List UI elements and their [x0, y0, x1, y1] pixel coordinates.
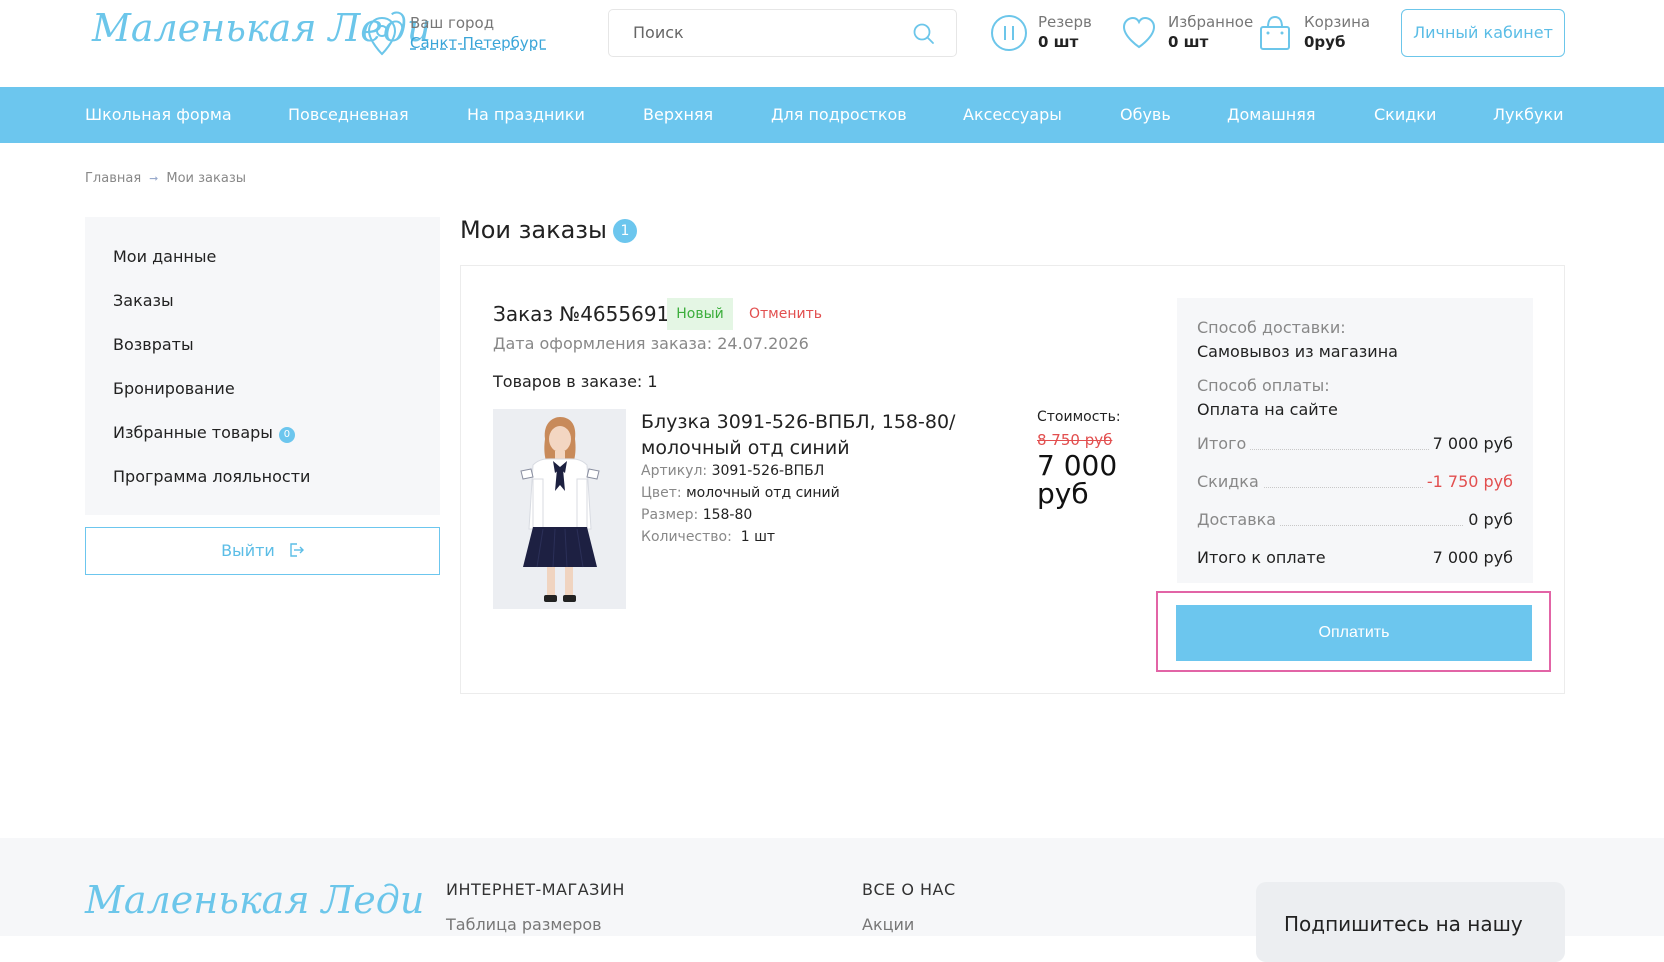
to-pay-label: Итого к оплате	[1197, 548, 1330, 567]
nav-item-home[interactable]: Домашняя	[1227, 105, 1316, 124]
delivery-method-label: Способ доставки:	[1197, 318, 1346, 337]
subscribe-title: Подпишитесь на нашу	[1284, 912, 1523, 936]
sidebar-item-booking[interactable]: Бронирование	[113, 379, 235, 398]
city-link[interactable]: Санкт-Петербург	[410, 34, 546, 52]
discount-label: Скидка	[1197, 472, 1263, 491]
footer-col-shop-title: ИНТЕРНЕТ-МАГАЗИН	[446, 880, 625, 899]
search-input[interactable]	[633, 23, 893, 42]
delivery-method-value: Самовывоз из магазина	[1197, 342, 1398, 361]
shopping-bag-icon	[1260, 15, 1290, 50]
logout-button[interactable]: Выйти	[85, 527, 440, 575]
payment-method-value: Оплата на сайте	[1197, 400, 1338, 419]
footer-link-promotions[interactable]: Акции	[862, 915, 914, 934]
product-color-value: молочный отд синий	[686, 485, 840, 501]
account-button[interactable]: Личный кабинет	[1401, 9, 1565, 57]
breadcrumb-home[interactable]: Главная	[85, 171, 141, 186]
delivery-value: 0 руб	[1464, 510, 1513, 529]
order-number: Заказ №4655691	[493, 302, 670, 326]
price-old: 8 750 руб	[1037, 431, 1113, 449]
nav-item-holidays[interactable]: На праздники	[467, 105, 585, 124]
product-article: Артикул: 3091-526-ВПБЛ	[641, 463, 824, 479]
reserve-count: 0 шт	[1038, 33, 1079, 51]
page-title: Мои заказы 1	[460, 216, 637, 244]
sidebar-item-orders[interactable]: Заказы	[113, 291, 174, 310]
logout-icon	[290, 543, 304, 557]
product-quantity-value: 1 шт	[740, 529, 776, 545]
order-summary: Способ доставки: Самовывоз из магазина С…	[1177, 298, 1533, 583]
page-title-text: Мои заказы	[460, 216, 607, 244]
arrow-right-icon: ➞	[149, 172, 159, 185]
search-icon[interactable]	[912, 22, 936, 46]
nav-item-casual[interactable]: Повседневная	[288, 105, 409, 124]
sidebar-item-my-data[interactable]: Мои данные	[113, 247, 216, 266]
nav-item-lookbooks[interactable]: Лукбуки	[1493, 105, 1564, 124]
product-quantity: Количество: 1 шт	[641, 529, 775, 545]
nav-item-outerwear[interactable]: Верхняя	[643, 105, 713, 124]
summary-row-to-pay: Итого к оплате 7 000 руб	[1197, 548, 1513, 570]
product-quantity-label: Количество:	[641, 529, 732, 545]
to-pay-value: 7 000 руб	[1428, 548, 1513, 567]
product-size-label: Размер:	[641, 507, 699, 523]
subscribe-box: Подпишитесь на нашу	[1256, 882, 1565, 962]
nav-item-sale[interactable]: Скидки	[1374, 105, 1436, 124]
favorites-label: Избранное	[1168, 13, 1254, 31]
favorites-count-badge: 0	[278, 427, 295, 443]
cart-total: 0руб	[1304, 33, 1346, 51]
sidebar-item-favorites[interactable]: Избранные товары 0	[113, 423, 295, 443]
footer-logo[interactable]: Маленькая Леди	[85, 878, 424, 922]
nav-item-shoes[interactable]: Обувь	[1120, 105, 1171, 124]
price-label: Стоимость:	[1037, 409, 1121, 425]
product-article-label: Артикул:	[641, 463, 708, 479]
account-sidebar: Мои данные Заказы Возвраты Бронирование …	[85, 217, 440, 515]
search-box[interactable]	[608, 9, 957, 57]
sidebar-item-returns[interactable]: Возвраты	[113, 335, 194, 354]
footer-link-size-chart[interactable]: Таблица размеров	[446, 915, 602, 934]
orders-count-badge: 1	[613, 219, 637, 243]
product-article-value: 3091-526-ВПБЛ	[711, 463, 825, 479]
product-size-value: 158-80	[702, 507, 753, 523]
sidebar-item-favorites-label: Избранные товары	[113, 423, 273, 442]
product-size: Размер: 158-80	[641, 507, 752, 523]
heart-icon	[1122, 16, 1156, 49]
site-header: Маленькая Леди Ваш город Санкт-Петербург…	[0, 0, 1664, 87]
sidebar-item-loyalty[interactable]: Программа лояльности	[113, 467, 310, 486]
summary-row-discount: Скидка -1 750 руб	[1197, 472, 1513, 494]
site-footer: Маленькая Леди ИНТЕРНЕТ-МАГАЗИН Таблица …	[0, 838, 1664, 962]
logout-label: Выйти	[221, 541, 275, 560]
total-value: 7 000 руб	[1428, 434, 1513, 453]
discount-value: -1 750 руб	[1422, 472, 1513, 491]
cancel-order-link[interactable]: Отменить	[749, 306, 822, 322]
location-pin-icon	[367, 16, 397, 56]
payment-method-label: Способ оплаты:	[1197, 376, 1330, 395]
product-image[interactable]	[493, 409, 626, 609]
favorites-count: 0 шт	[1168, 33, 1209, 51]
order-items-count: Товаров в заказе: 1	[493, 372, 658, 391]
footer-col-about-title: ВСЕ О НАС	[862, 880, 956, 899]
nav-item-accessories[interactable]: Аксессуары	[963, 105, 1062, 124]
nav-item-school[interactable]: Школьная форма	[85, 105, 232, 124]
reserve-label: Резерв	[1038, 13, 1092, 31]
summary-row-delivery: Доставка 0 руб	[1197, 510, 1513, 532]
total-label: Итого	[1197, 434, 1251, 453]
summary-row-total: Итого 7 000 руб	[1197, 434, 1513, 456]
product-name[interactable]: Блузка 3091-526-ВПБЛ, 158-80/ молочный о…	[641, 409, 971, 461]
city-label: Ваш город	[410, 14, 495, 32]
price-current: 7 000 руб	[1037, 449, 1118, 510]
pay-button[interactable]: Оплатить	[1176, 605, 1532, 661]
product-color-label: Цвет:	[641, 485, 682, 501]
cart-label: Корзина	[1304, 13, 1371, 31]
product-photo-girl	[493, 409, 626, 609]
breadcrumb: Главная ➞ Мои заказы	[85, 171, 246, 186]
delivery-label: Доставка	[1197, 510, 1281, 529]
main-nav: Школьная форма Повседневная На праздники…	[0, 87, 1664, 143]
breadcrumb-current: Мои заказы	[166, 171, 246, 186]
order-date: Дата оформления заказа: 24.07.2026	[493, 334, 809, 353]
status-badge: Новый	[667, 298, 733, 330]
product-color: Цвет: молочный отд синий	[641, 485, 840, 501]
pause-circle-icon	[991, 15, 1027, 51]
nav-item-teens[interactable]: Для подростков	[771, 105, 907, 124]
